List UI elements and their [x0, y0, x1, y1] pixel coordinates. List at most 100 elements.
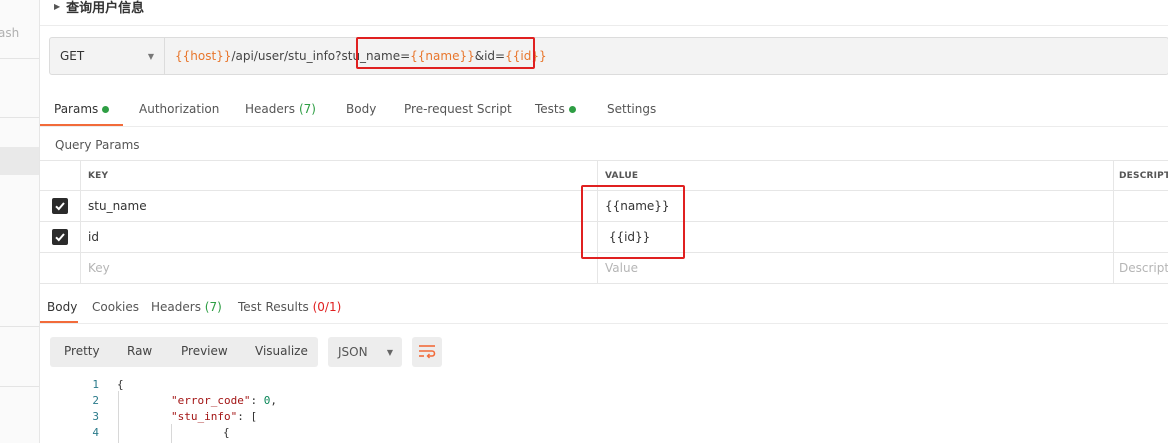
code-line: 4 { [40, 424, 1168, 440]
tab-count: (0/1) [312, 300, 342, 314]
indent-guide [171, 424, 172, 443]
wrap-lines-icon [419, 345, 436, 359]
format-select[interactable]: JSON ▼ [328, 337, 402, 367]
param-value-input[interactable]: {{id}} [597, 222, 1113, 252]
tab-label: Pre-request Script [404, 102, 512, 116]
tab-label: Headers [245, 102, 295, 116]
code-text: "stu_info": [ [171, 410, 257, 423]
code-text: { [223, 425, 230, 439]
status-dot-icon [102, 106, 110, 113]
tab-response-cookies[interactable]: Cookies [92, 300, 139, 314]
url-id-variable: {{id}} [505, 49, 547, 63]
tab-count: (7) [298, 102, 316, 116]
header-description: DESCRIPTION [1113, 161, 1168, 190]
json-separator: : [250, 393, 264, 407]
code-text: "error_code": 0, [171, 394, 277, 407]
divider [40, 126, 1168, 127]
request-tabs: Params Authorization Headers (7) Body Pr… [40, 96, 1168, 126]
code-line: 2 "error_code": 0, [40, 392, 1168, 408]
sidebar-divider [0, 58, 39, 59]
indent-guide [118, 391, 119, 443]
tab-pre-request-script[interactable]: Pre-request Script [404, 96, 512, 126]
param-key-input[interactable]: id [80, 222, 597, 252]
query-params-title: Query Params [55, 138, 140, 152]
header-key: KEY [80, 161, 597, 190]
sidebar-divider [0, 326, 39, 327]
tab-settings[interactable]: Settings [607, 96, 656, 126]
method-label: GET [60, 49, 85, 63]
url-host-variable: {{host}} [175, 49, 232, 63]
view-raw-button[interactable]: Raw [127, 344, 152, 358]
tab-response-headers[interactable]: Headers (7) [151, 300, 222, 314]
checkbox-checked-icon[interactable] [52, 229, 68, 245]
response-body-code[interactable]: 1 { 2 "error_code": 0, 3 "stu_info": [ 4… [40, 376, 1168, 443]
collapse-caret-icon[interactable]: ▶ [54, 2, 60, 11]
tab-label: Body [346, 102, 377, 116]
new-value-input[interactable]: Value [597, 253, 1113, 283]
method-select[interactable]: GET ▼ [50, 38, 165, 74]
row-checkbox-empty [40, 253, 80, 283]
param-value-input[interactable]: {{name}} [597, 191, 1113, 221]
param-description-input[interactable] [1113, 191, 1168, 221]
tab-response-body[interactable]: Body [47, 300, 77, 314]
table-row-new: Key Value Description [40, 253, 1168, 284]
tab-label: Authorization [139, 102, 220, 116]
request-title[interactable]: ▶ 查询用户信息 [54, 0, 144, 18]
code-text: { [117, 377, 124, 391]
sidebar: ash [0, 0, 40, 443]
new-key-input[interactable]: Key [80, 253, 597, 283]
tab-authorization[interactable]: Authorization [139, 96, 219, 126]
tab-label: Test Results [238, 300, 309, 314]
sidebar-divider [0, 386, 39, 387]
table-row: id {{id}} [40, 222, 1168, 253]
wrap-lines-button[interactable] [412, 337, 442, 367]
json-separator: : [ [237, 409, 258, 423]
sidebar-divider [0, 117, 39, 118]
chevron-down-icon: ▼ [386, 347, 393, 357]
row-checkbox[interactable] [40, 191, 80, 221]
header-cell [40, 161, 80, 190]
status-dot-icon [568, 106, 576, 113]
view-pretty-button[interactable]: Pretty [64, 344, 100, 358]
tab-count: (7) [204, 300, 222, 314]
url-name-variable: {{name}} [410, 49, 475, 63]
line-number: 2 [92, 393, 99, 407]
line-number: 1 [92, 377, 99, 391]
response-tabs: Body Cookies Headers (7) Test Results (0… [40, 293, 1168, 323]
url-path: /api/user/stu_info?stu_name= [231, 49, 411, 63]
param-key-input[interactable]: stu_name [80, 191, 597, 221]
code-line: 3 "stu_info": [ [40, 408, 1168, 424]
view-preview-button[interactable]: Preview [181, 344, 228, 358]
checkbox-checked-icon[interactable] [52, 198, 68, 214]
url-query-separator: &id= [474, 49, 506, 63]
view-visualize-button[interactable]: Visualize [255, 344, 308, 358]
row-checkbox[interactable] [40, 222, 80, 252]
tab-tests[interactable]: Tests [535, 96, 576, 126]
request-name: 查询用户信息 [66, 0, 145, 16]
divider [40, 323, 1168, 324]
json-tail: , [270, 393, 277, 407]
tab-params[interactable]: Params [54, 96, 110, 126]
sidebar-fragment-text: ash [0, 26, 20, 40]
request-panel: ▶ 查询用户信息 GET ▼ {{host}} /api/user/stu_in… [40, 0, 1168, 443]
json-key: "error_code" [171, 393, 251, 407]
code-line: 1 { [40, 376, 1168, 392]
tab-headers[interactable]: Headers (7) [245, 96, 316, 126]
chevron-down-icon: ▼ [147, 51, 154, 61]
tab-test-results[interactable]: Test Results (0/1) [238, 300, 341, 314]
view-mode-segmented: Pretty Raw Preview Visualize [50, 337, 318, 367]
tab-body[interactable]: Body [346, 96, 376, 126]
format-label: JSON [338, 345, 368, 359]
new-description-input[interactable]: Description [1113, 253, 1168, 283]
param-description-input[interactable] [1113, 222, 1168, 252]
url-bar: GET ▼ {{host}} /api/user/stu_info?stu_na… [49, 37, 1168, 75]
tab-label: Headers [151, 300, 201, 314]
sidebar-selected-item[interactable] [0, 147, 39, 175]
url-input[interactable]: {{host}} /api/user/stu_info?stu_name= {{… [165, 38, 1168, 74]
line-number: 3 [92, 409, 99, 423]
line-number: 4 [92, 425, 99, 439]
json-key: "stu_info" [171, 409, 238, 423]
tab-label: Params [54, 102, 99, 116]
table-header-row: KEY VALUE DESCRIPTION [40, 160, 1168, 191]
header-value: VALUE [597, 161, 1113, 190]
